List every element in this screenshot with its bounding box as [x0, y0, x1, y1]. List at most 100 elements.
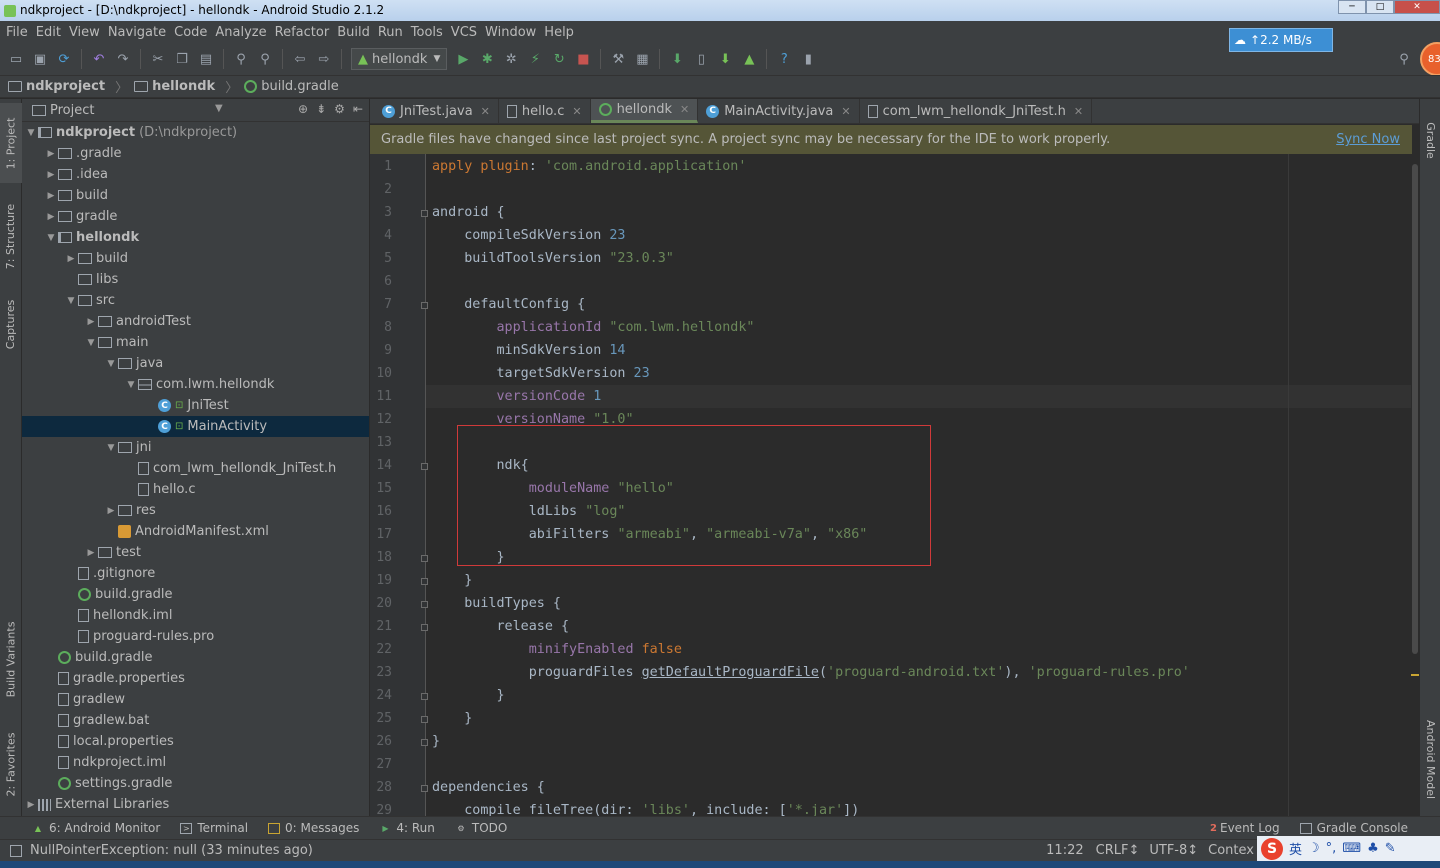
sdk-manager-icon[interactable]: ▦ [633, 50, 651, 68]
hide-panel-icon[interactable]: ⇤ [353, 102, 363, 116]
tools-icon[interactable]: ✎ [1385, 841, 1396, 856]
collapse-all-icon[interactable]: ⇟ [316, 102, 326, 116]
menu-refactor[interactable]: Refactor [271, 25, 334, 40]
attach-debugger-icon[interactable]: ✲ [502, 50, 520, 68]
context-indicator[interactable]: Contex [1208, 843, 1254, 858]
punctuation-icon[interactable]: °, [1326, 841, 1337, 856]
tree-item[interactable]: hellondk.iml [22, 605, 369, 626]
minimize-button[interactable]: ─ [1338, 0, 1366, 14]
menu-analyze[interactable]: Analyze [211, 25, 270, 40]
tree-item[interactable]: ▶ .idea [22, 164, 369, 185]
chevron-down-icon[interactable]: ▼ [215, 103, 223, 114]
expand-down-icon[interactable]: ▼ [124, 380, 138, 390]
forward-icon[interactable]: ⇨ [315, 50, 333, 68]
tree-item[interactable]: ▼ java [22, 353, 369, 374]
tree-item[interactable]: .gitignore [22, 563, 369, 584]
sync-gradle-icon[interactable]: ⬇ [668, 50, 686, 68]
save-all-icon[interactable]: ▣ [31, 50, 49, 68]
maximize-button[interactable]: □ [1366, 0, 1394, 14]
run-configuration-select[interactable]: ▲ hellondk ▼ [351, 48, 448, 70]
tree-item[interactable]: gradlew.bat [22, 710, 369, 731]
synchronize-icon[interactable]: ⟳ [55, 50, 73, 68]
breadcrumb-item-project[interactable]: ndkproject [8, 79, 105, 94]
tree-item[interactable]: hello.c [22, 479, 369, 500]
sync-now-link[interactable]: Sync Now [1336, 132, 1400, 147]
menu-file[interactable]: File [2, 25, 32, 40]
copy-icon[interactable]: ❐ [173, 50, 191, 68]
instant-run-icon[interactable]: ⚡ [526, 50, 544, 68]
run-icon[interactable]: ▶ [454, 50, 472, 68]
tree-item[interactable]: ▼ com.lwm.hellondk [22, 374, 369, 395]
tree-item[interactable]: ▶ build [22, 248, 369, 269]
close-tab-icon[interactable]: ✕ [481, 105, 490, 118]
expand-right-icon[interactable]: ▶ [44, 170, 58, 180]
tree-item[interactable]: ▼ main [22, 332, 369, 353]
moon-icon[interactable]: ☽ [1308, 841, 1320, 856]
tree-item[interactable]: settings.gradle [22, 773, 369, 794]
expand-right-icon[interactable]: ▶ [44, 212, 58, 222]
tree-item[interactable]: gradle.properties [22, 668, 369, 689]
close-tab-icon[interactable]: ✕ [572, 105, 581, 118]
menu-build[interactable]: Build [333, 25, 374, 40]
expand-right-icon[interactable]: ▶ [24, 800, 38, 810]
editor-tab[interactable]: C JniTest.java ✕ [374, 99, 499, 123]
warning-stripe[interactable] [1411, 674, 1419, 676]
sogou-input-icon[interactable]: S [1261, 837, 1283, 860]
tool-tab-captures[interactable]: Captures [0, 289, 22, 359]
expand-down-icon[interactable]: ▼ [104, 359, 118, 369]
tree-item[interactable]: gradlew [22, 689, 369, 710]
tree-item[interactable]: com_lwm_hellondk_JniTest.h [22, 458, 369, 479]
avd-manager-icon[interactable]: ▯ [692, 50, 710, 68]
menu-tools[interactable]: Tools [407, 25, 447, 40]
stop-icon[interactable]: ■ [574, 50, 592, 68]
tree-item[interactable]: ndkproject.iml [22, 752, 369, 773]
tree-item[interactable]: ▶ build [22, 185, 369, 206]
tool-tab-structure[interactable]: 7: Structure [0, 191, 22, 281]
tool-gradle-console[interactable]: Gradle Console [1290, 821, 1418, 835]
find-icon[interactable]: ⚲ [232, 50, 250, 68]
tool-messages[interactable]: 0: Messages [258, 821, 369, 835]
debug-icon[interactable]: ✱ [478, 50, 496, 68]
tree-item[interactable]: ▶ .gradle [22, 143, 369, 164]
editor-tab[interactable]: hello.c ✕ [499, 99, 591, 123]
tree-item[interactable]: libs [22, 269, 369, 290]
tree-item[interactable]: local.properties [22, 731, 369, 752]
tree-item[interactable]: ▶ androidTest [22, 311, 369, 332]
shirt-icon[interactable]: ♣ [1367, 841, 1379, 856]
close-tab-icon[interactable]: ✕ [841, 105, 850, 118]
tree-item[interactable]: proguard-rules.pro [22, 626, 369, 647]
tree-item[interactable]: ▶ gradle [22, 206, 369, 227]
expand-down-icon[interactable]: ▼ [104, 443, 118, 453]
menu-vcs[interactable]: VCS [447, 25, 481, 40]
open-folder-icon[interactable]: ▭ [7, 50, 25, 68]
tool-event-log[interactable]: 2 Event Log [1200, 821, 1290, 835]
tree-item[interactable]: ▼ src [22, 290, 369, 311]
tree-item[interactable]: ▼ hellondk [22, 227, 369, 248]
locate-file-icon[interactable]: ⊕ [298, 102, 308, 116]
status-message[interactable]: NullPointerException: null (33 minutes a… [30, 843, 313, 858]
editor-scrollbar[interactable] [1411, 154, 1419, 816]
tree-item[interactable]: build.gradle [22, 647, 369, 668]
close-tab-icon[interactable]: ✕ [1074, 105, 1083, 118]
cut-icon[interactable]: ✂ [149, 50, 167, 68]
project-view-select[interactable]: Project [50, 103, 94, 118]
ime-language[interactable]: 英 [1289, 839, 1302, 858]
tree-item[interactable]: ▶ External Libraries [22, 794, 369, 815]
replace-icon[interactable]: ⚲ [256, 50, 274, 68]
menu-navigate[interactable]: Navigate [104, 25, 170, 40]
tree-item[interactable]: ▶ test [22, 542, 369, 563]
tool-tab-android-model[interactable]: Android Model [1420, 709, 1440, 809]
android-device-monitor-icon[interactable]: ▲ [740, 50, 758, 68]
expand-right-icon[interactable]: ▶ [104, 506, 118, 516]
tree-item[interactable]: build.gradle [22, 584, 369, 605]
tree-item[interactable]: AndroidManifest.xml [22, 521, 369, 542]
editor-tab[interactable]: hellondk ✕ [590, 99, 699, 123]
tool-tab-project[interactable]: 1: Project [0, 103, 22, 183]
back-icon[interactable]: ⇦ [291, 50, 309, 68]
breadcrumb-item-file[interactable]: build.gradle [244, 79, 339, 94]
close-tab-icon[interactable]: ✕ [680, 103, 689, 116]
menu-view[interactable]: View [65, 25, 104, 40]
line-separator[interactable]: CRLF↕ [1096, 843, 1140, 858]
expand-down-icon[interactable]: ▼ [84, 338, 98, 348]
tree-item[interactable]: C ⊡ MainActivity [22, 416, 369, 437]
